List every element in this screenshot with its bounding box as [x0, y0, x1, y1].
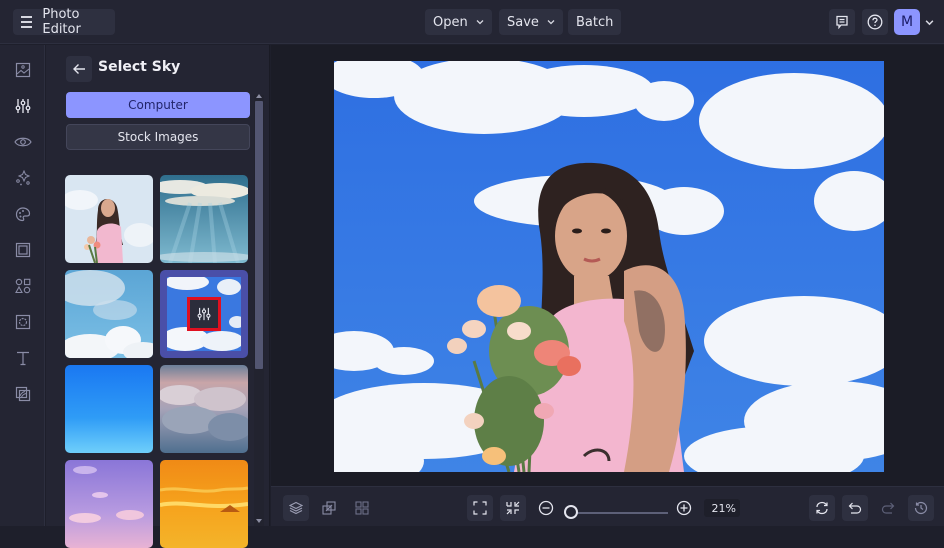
tool-rail — [0, 45, 45, 526]
sky-thumb-above-clouds[interactable] — [160, 365, 248, 453]
refresh-icon — [816, 501, 828, 515]
feedback-icon — [836, 15, 848, 29]
sunrays-sky-thumbnail — [160, 175, 248, 263]
shrink-icon — [506, 501, 520, 515]
expand-icon — [473, 501, 487, 515]
undo-icon — [848, 502, 862, 514]
rail-item-adjustments[interactable] — [12, 95, 34, 117]
sliders-icon — [197, 307, 211, 321]
shapes-icon — [15, 278, 31, 294]
palette-icon — [15, 207, 31, 222]
rail-item-view[interactable] — [12, 131, 34, 153]
redo-button[interactable] — [875, 495, 901, 521]
sky-thumb-sunset[interactable] — [160, 460, 248, 548]
sky-thumb-sunrays[interactable] — [160, 175, 248, 263]
back-button[interactable] — [66, 56, 92, 82]
rail-item-image[interactable] — [12, 59, 34, 81]
compare-button[interactable] — [316, 495, 342, 521]
edited-photo[interactable] — [334, 61, 884, 472]
history-icon — [914, 501, 928, 515]
overlay-icon — [15, 314, 31, 330]
help-icon — [867, 14, 883, 30]
text-icon — [17, 351, 29, 366]
layers-button[interactable] — [283, 495, 309, 521]
sky-thumb-blue-clouds[interactable] — [160, 270, 248, 358]
computer-source-button[interactable]: Computer — [66, 92, 250, 118]
zoom-slider-handle[interactable] — [564, 505, 578, 519]
app-menu-button[interactable]: Photo Editor — [13, 7, 115, 37]
select-sky-panel: Select Sky Computer Stock Images — [46, 45, 270, 548]
rail-item-overlays[interactable] — [12, 311, 34, 333]
sunset-sky-thumbnail — [160, 460, 248, 548]
scroll-up-arrow-icon[interactable] — [256, 94, 262, 98]
save-label: Save — [507, 14, 539, 30]
rail-item-graphics[interactable] — [12, 275, 34, 297]
scroll-down-arrow-icon[interactable] — [256, 519, 262, 523]
frame-icon — [15, 242, 31, 258]
grid-view-button[interactable] — [349, 495, 375, 521]
rail-item-effects[interactable] — [12, 167, 34, 189]
chevron-down-icon — [547, 20, 555, 25]
fit-to-screen-button[interactable] — [467, 495, 493, 521]
image-icon — [15, 62, 31, 78]
user-avatar[interactable]: M — [894, 9, 920, 35]
zoom-in-button[interactable] — [671, 495, 697, 521]
bottom-toolbar: 21% — [271, 486, 944, 526]
sky-thumb-cumulus[interactable] — [65, 270, 153, 358]
rail-item-frames[interactable] — [12, 239, 34, 261]
purple-sky-thumbnail — [65, 460, 153, 548]
photo-content — [334, 61, 884, 472]
actual-size-button[interactable] — [500, 495, 526, 521]
zoom-out-icon — [538, 500, 554, 516]
chevron-down-icon — [476, 20, 484, 25]
grid-icon — [355, 501, 369, 515]
eye-icon — [14, 137, 32, 147]
top-bar: Photo Editor Open Save Batch M — [0, 0, 944, 44]
history-button[interactable] — [908, 495, 934, 521]
sliders-icon — [15, 99, 31, 113]
layers-icon — [289, 501, 303, 515]
sky-thumb-purple[interactable] — [65, 460, 153, 548]
adjust-sky-button[interactable] — [187, 297, 221, 331]
stock-images-button[interactable]: Stock Images — [66, 124, 250, 150]
app-title: Photo Editor — [42, 7, 81, 37]
rail-item-textures[interactable] — [12, 383, 34, 405]
feedback-button[interactable] — [829, 9, 855, 35]
panel-title: Select Sky — [98, 59, 181, 75]
cumulus-sky-thumbnail — [65, 270, 153, 358]
zoom-out-button[interactable] — [533, 495, 559, 521]
compare-icon — [322, 501, 336, 515]
undo-button[interactable] — [842, 495, 868, 521]
rail-item-artsy[interactable] — [12, 203, 34, 225]
account-chevron-down-icon[interactable] — [925, 18, 934, 27]
rail-item-text[interactable] — [12, 347, 34, 369]
redo-icon — [881, 502, 895, 514]
above-clouds-sky-thumbnail — [160, 365, 248, 453]
help-button[interactable] — [862, 9, 888, 35]
zoom-in-icon — [676, 500, 692, 516]
clear-blue-sky-thumbnail — [65, 365, 153, 453]
open-label: Open — [433, 14, 468, 30]
blue-clouds-sky-image — [167, 277, 241, 351]
sparkle-icon — [16, 170, 31, 186]
panel-scrollbar-thumb[interactable] — [255, 101, 263, 369]
save-button[interactable]: Save — [499, 9, 563, 35]
sky-thumb-original[interactable] — [65, 175, 153, 263]
avatar-initial: M — [900, 14, 914, 30]
zoom-slider-track[interactable] — [573, 512, 668, 514]
arrow-left-icon — [73, 64, 85, 74]
open-button[interactable]: Open — [425, 9, 492, 35]
texture-icon — [15, 386, 31, 402]
reset-button[interactable] — [809, 495, 835, 521]
batch-label: Batch — [576, 14, 614, 30]
sky-thumb-clear-blue[interactable] — [65, 365, 153, 453]
hamburger-menu-icon — [21, 16, 33, 28]
zoom-percent-field[interactable]: 21% — [704, 499, 740, 517]
batch-button[interactable]: Batch — [568, 9, 622, 35]
original-photo-thumbnail — [65, 175, 153, 263]
